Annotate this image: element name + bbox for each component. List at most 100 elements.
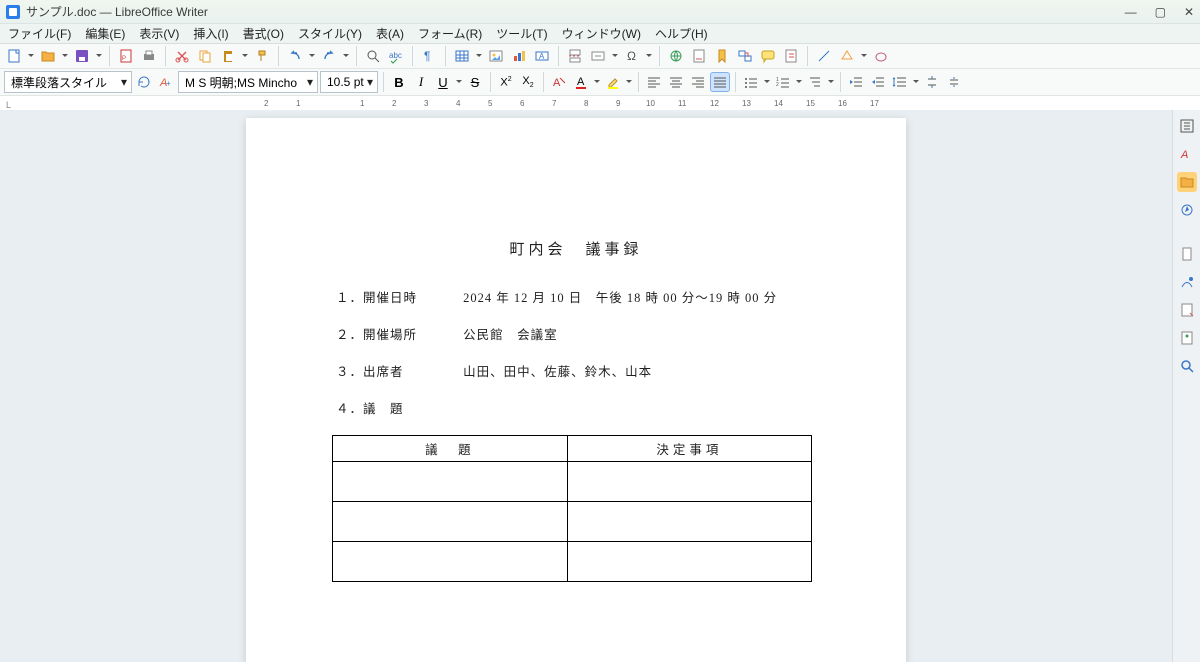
font-size-combo[interactable]: ▾ (320, 71, 378, 93)
sidebar-manage-changes-icon[interactable] (1177, 300, 1197, 320)
para-style-input[interactable] (9, 74, 121, 90)
line-button[interactable] (814, 46, 834, 66)
sidebar-navigator-icon[interactable] (1177, 200, 1197, 220)
field-dropdown[interactable] (611, 46, 619, 66)
menu-styles[interactable]: スタイル(Y) (298, 25, 362, 42)
menu-insert[interactable]: 挿入(I) (193, 25, 228, 42)
cut-button[interactable] (172, 46, 192, 66)
para-spacing-inc-button[interactable] (922, 72, 942, 92)
sidebar-gallery-icon[interactable] (1177, 172, 1197, 192)
bullet-list-button[interactable] (741, 72, 761, 92)
save-button[interactable] (72, 46, 92, 66)
menu-window[interactable]: ウィンドウ(W) (562, 25, 641, 42)
menu-view[interactable]: 表示(V) (139, 25, 179, 42)
superscript-button[interactable]: X2 (496, 72, 516, 92)
insert-chart-button[interactable] (509, 46, 529, 66)
align-right-button[interactable] (688, 72, 708, 92)
paste-button[interactable] (218, 46, 238, 66)
redo-dropdown[interactable] (342, 46, 350, 66)
cross-ref-button[interactable] (735, 46, 755, 66)
sidebar-page-icon[interactable] (1177, 244, 1197, 264)
menu-file[interactable]: ファイル(F) (8, 25, 71, 42)
document-workspace[interactable]: 町内会 議事録 １．開催日時 2024 年 12 月 10 日 午後 18 時 … (0, 110, 1172, 662)
subscript-button[interactable]: X2 (518, 72, 538, 92)
align-left-button[interactable] (644, 72, 664, 92)
clone-format-button[interactable] (252, 46, 272, 66)
menu-format[interactable]: 書式(O) (243, 25, 284, 42)
new-button[interactable] (4, 46, 24, 66)
highlight-dropdown[interactable] (625, 72, 633, 92)
outline-button[interactable] (805, 72, 825, 92)
table-dropdown[interactable] (475, 46, 483, 66)
shapes-button[interactable] (837, 46, 857, 66)
sidebar-accessibility-icon[interactable] (1177, 328, 1197, 348)
footnote-button[interactable] (689, 46, 709, 66)
draw-button[interactable] (871, 46, 891, 66)
track-changes-button[interactable] (781, 46, 801, 66)
decrease-indent-button[interactable] (868, 72, 888, 92)
comment-button[interactable] (758, 46, 778, 66)
undo-dropdown[interactable] (308, 46, 316, 66)
spacing-dropdown[interactable] (912, 72, 920, 92)
shapes-dropdown[interactable] (860, 46, 868, 66)
export-pdf-button[interactable]: P (116, 46, 136, 66)
menu-tools[interactable]: ツール(T) (496, 25, 547, 42)
redo-button[interactable] (319, 46, 339, 66)
align-justify-button[interactable] (710, 72, 730, 92)
minimize-button[interactable]: — (1125, 5, 1137, 19)
menu-edit[interactable]: 編集(E) (85, 25, 125, 42)
table-cell[interactable] (333, 502, 568, 542)
underline-button[interactable]: U (433, 72, 453, 92)
line-spacing-button[interactable] (890, 72, 910, 92)
sidebar-style-inspect-icon[interactable] (1177, 272, 1197, 292)
sidebar-find-icon[interactable] (1177, 356, 1197, 376)
underline-dropdown[interactable] (455, 72, 463, 92)
print-button[interactable] (139, 46, 159, 66)
maximize-button[interactable]: ▢ (1155, 5, 1166, 19)
bold-button[interactable]: B (389, 72, 409, 92)
table-cell[interactable] (333, 542, 568, 582)
strike-button[interactable]: S (465, 72, 485, 92)
document-page[interactable]: 町内会 議事録 １．開催日時 2024 年 12 月 10 日 午後 18 時 … (246, 118, 906, 662)
font-name-combo[interactable]: ▾ (178, 71, 318, 93)
italic-button[interactable]: I (411, 72, 431, 92)
sidebar-styles-icon[interactable]: A (1177, 144, 1197, 164)
save-dropdown[interactable] (95, 46, 103, 66)
table-cell[interactable] (567, 462, 811, 502)
outline-dropdown[interactable] (827, 72, 835, 92)
new-style-button[interactable]: A+ (156, 72, 176, 92)
insert-table-button[interactable] (452, 46, 472, 66)
number-list-button[interactable]: 12 (773, 72, 793, 92)
update-style-button[interactable] (134, 72, 154, 92)
para-spacing-dec-button[interactable] (944, 72, 964, 92)
table-cell[interactable] (333, 462, 568, 502)
sidebar-properties-icon[interactable] (1177, 116, 1197, 136)
menu-form[interactable]: フォーム(R) (418, 25, 482, 42)
font-name-input[interactable] (183, 74, 307, 90)
align-center-button[interactable] (666, 72, 686, 92)
table-cell[interactable] (567, 542, 811, 582)
find-button[interactable] (363, 46, 383, 66)
font-color-dropdown[interactable] (593, 72, 601, 92)
copy-button[interactable] (195, 46, 215, 66)
insert-textbox-button[interactable]: A (532, 46, 552, 66)
special-dropdown[interactable] (645, 46, 653, 66)
new-dropdown[interactable] (27, 46, 35, 66)
bullet-dropdown[interactable] (763, 72, 771, 92)
increase-indent-button[interactable] (846, 72, 866, 92)
hyperlink-button[interactable] (666, 46, 686, 66)
clear-format-button[interactable]: A (549, 72, 569, 92)
nonprinting-button[interactable]: ¶ (419, 46, 439, 66)
open-button[interactable] (38, 46, 58, 66)
font-size-input[interactable] (325, 74, 367, 90)
undo-button[interactable] (285, 46, 305, 66)
font-color-button[interactable]: A (571, 72, 591, 92)
insert-image-button[interactable] (486, 46, 506, 66)
menu-help[interactable]: ヘルプ(H) (655, 25, 708, 42)
open-dropdown[interactable] (61, 46, 69, 66)
table-cell[interactable] (567, 502, 811, 542)
page-break-button[interactable] (565, 46, 585, 66)
para-style-combo[interactable]: ▾ (4, 71, 132, 93)
highlight-button[interactable] (603, 72, 623, 92)
paste-dropdown[interactable] (241, 46, 249, 66)
